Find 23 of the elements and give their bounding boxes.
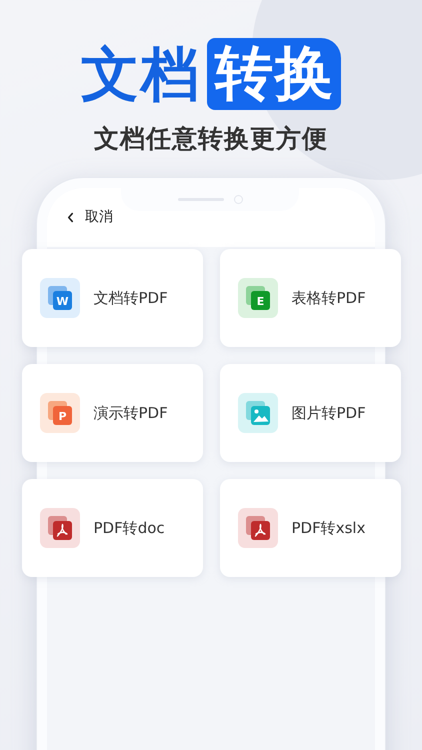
tool-label: 图片转PDF	[292, 404, 366, 422]
headline-text: 文档	[81, 45, 202, 103]
tool-label: PDF转xslx	[292, 518, 366, 538]
headline-highlight: 转换	[207, 38, 341, 110]
tool-card[interactable]: E 表格转PDF	[220, 249, 400, 347]
tool-label: PDF转doc	[94, 518, 165, 538]
tool-card[interactable]: PDF转xslx	[220, 479, 400, 577]
cancel-link[interactable]: 取消	[67, 208, 113, 226]
tool-label: 表格转PDF	[292, 288, 366, 308]
tool-card[interactable]: P 演示转PDF	[22, 364, 202, 462]
pdf-file-icon	[238, 508, 278, 548]
icon-letter: P	[58, 410, 66, 423]
tool-label: 文档转PDF	[94, 288, 168, 308]
pdf-file-icon	[40, 508, 80, 548]
tool-label: 演示转PDF	[94, 404, 168, 422]
back-icon	[67, 212, 74, 222]
icon-letter: W	[56, 295, 68, 308]
tool-card[interactable]: 图片转PDF	[220, 364, 400, 462]
tool-card[interactable]: PDF转doc	[22, 479, 202, 577]
subtitle-text: 文档任意转换更方便	[94, 123, 328, 155]
tool-card[interactable]: W 文档转PDF	[22, 249, 202, 347]
icon-letter: E	[256, 295, 264, 308]
image-file-icon	[238, 393, 278, 433]
